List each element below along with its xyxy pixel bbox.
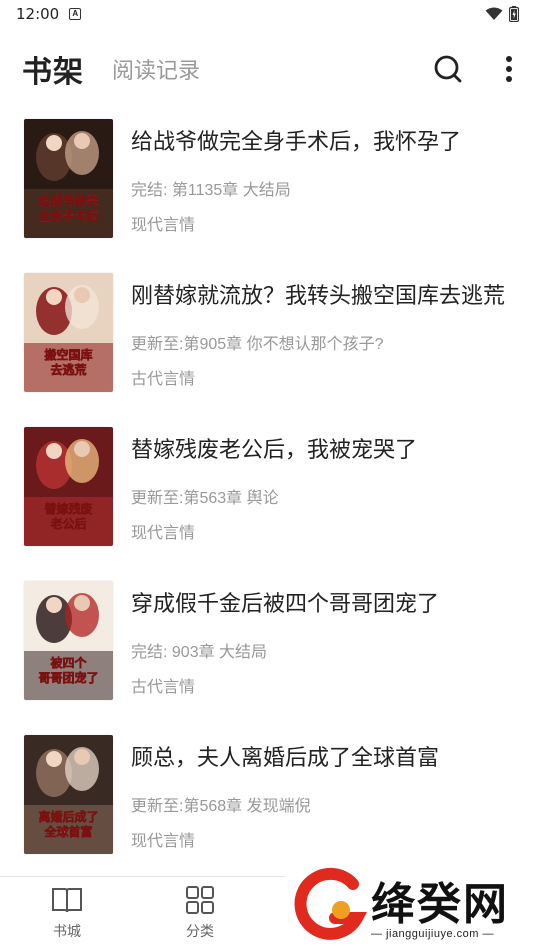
book-progress: 更新至:第568章 发现端倪 bbox=[131, 798, 311, 815]
book-title: 刚替嫁就流放？我转头搬空国库去逃荒 bbox=[131, 283, 506, 308]
cover-art: 替嫁残废老公后 bbox=[24, 427, 113, 546]
book-category: 古代言情 bbox=[131, 371, 196, 388]
book-cover[interactable]: 离婚后成了 全球首富 bbox=[24, 735, 113, 854]
book-cover[interactable]: 给战爷做完 全身手术后 bbox=[24, 119, 113, 238]
more-icon[interactable] bbox=[505, 55, 513, 83]
book-item[interactable]: 给战爷做完 全身手术后 给战爷做完全身手术后，我怀孕了 完结: 第1135章 大结… bbox=[0, 110, 535, 264]
cover-art: 被四个哥哥团宠了 bbox=[24, 581, 113, 700]
cover-title-text: 给战爷做完 bbox=[38, 193, 98, 208]
book-cover[interactable]: 替嫁残废 老公后 bbox=[24, 427, 113, 546]
cover-art: 给战爷做完全身手术后 bbox=[24, 119, 113, 238]
cover-title-text: 去逃荒 bbox=[50, 362, 86, 377]
nav-category[interactable]: 分类 bbox=[155, 885, 245, 941]
status-bar: 12:00 A bbox=[0, 0, 535, 28]
book-category: 现代言情 bbox=[131, 833, 196, 850]
book-cover[interactable]: 搬空国库 去逃荒 bbox=[24, 273, 113, 392]
book-category: 现代言情 bbox=[131, 217, 196, 234]
book-list: 给战爷做完 全身手术后 给战爷做完全身手术后，我怀孕了 完结: 第1135章 大结… bbox=[0, 110, 535, 880]
battery-icon bbox=[509, 6, 519, 22]
book-progress: 完结: 903章 大结局 bbox=[131, 644, 268, 661]
watermark-logo-icon bbox=[294, 867, 368, 940]
watermark: 绛癸网 — jiangguijiuye.com — bbox=[285, 860, 535, 951]
book-category: 现代言情 bbox=[131, 525, 196, 542]
book-icon bbox=[52, 888, 82, 913]
book-item[interactable]: 搬空国库 去逃荒 刚替嫁就流放？我转头搬空国库去逃荒 更新至:第905章 你不想认… bbox=[0, 264, 535, 418]
book-progress: 更新至:第563章 舆论 bbox=[131, 490, 279, 507]
cover-title-text: 被四个 bbox=[50, 655, 87, 670]
wifi-icon bbox=[485, 7, 503, 20]
status-time: 12:00 bbox=[16, 5, 60, 23]
nav-bookstore-label: 书城 bbox=[53, 923, 81, 939]
cover-title-text: 哥哥团宠了 bbox=[38, 670, 98, 685]
cover-title-text: 替嫁残废 bbox=[44, 501, 92, 516]
book-progress: 完结: 第1135章 大结局 bbox=[131, 182, 291, 199]
nav-category-label: 分类 bbox=[186, 923, 214, 939]
book-progress: 更新至:第905章 你不想认那个孩子? bbox=[131, 336, 384, 353]
book-cover[interactable]: 被四个 哥哥团宠了 bbox=[24, 581, 113, 700]
cover-art: 离婚后成了全球首富 bbox=[24, 735, 113, 854]
book-title: 顾总，夫人离婚后成了全球首富 bbox=[131, 745, 440, 770]
app-header: 书架 阅读记录 bbox=[0, 40, 535, 98]
cover-title-text: 全身手术后 bbox=[37, 208, 98, 223]
notification-a-icon: A bbox=[69, 8, 82, 20]
cover-title-text: 老公后 bbox=[50, 516, 86, 531]
book-item[interactable]: 替嫁残废 老公后 替嫁残废老公后，我被宠哭了 更新至:第563章 舆论 现代言情 bbox=[0, 418, 535, 572]
grid-icon bbox=[186, 886, 214, 914]
book-item[interactable]: 被四个 哥哥团宠了 穿成假千金后被四个哥哥团宠了 完结: 903章 大结局 古代言… bbox=[0, 572, 535, 726]
header-actions bbox=[433, 54, 513, 84]
cover-title-text: 离婚后成了 bbox=[38, 809, 98, 824]
watermark-brand: 绛癸网 bbox=[371, 880, 509, 929]
watermark-url: — jiangguijiuye.com — bbox=[371, 928, 494, 940]
book-title: 穿成假千金后被四个哥哥团宠了 bbox=[131, 591, 440, 616]
status-icons bbox=[485, 6, 519, 22]
tab-reading-history[interactable]: 阅读记录 bbox=[112, 53, 200, 85]
nav-bookstore[interactable]: 书城 bbox=[22, 885, 112, 941]
book-category: 古代言情 bbox=[131, 679, 196, 696]
tab-bookshelf[interactable]: 书架 bbox=[22, 47, 84, 91]
book-item[interactable]: 离婚后成了 全球首富 顾总，夫人离婚后成了全球首富 更新至:第568章 发现端倪 … bbox=[0, 726, 535, 880]
search-icon[interactable] bbox=[433, 54, 463, 84]
book-title: 给战爷做完全身手术后，我怀孕了 bbox=[131, 129, 462, 154]
cover-title-text: 搬空国库 bbox=[44, 347, 92, 362]
book-title: 替嫁残废老公后，我被宠哭了 bbox=[131, 437, 418, 462]
cover-art: 搬空国库去逃荒 bbox=[24, 273, 113, 392]
cover-title-text: 全球首富 bbox=[43, 824, 92, 839]
